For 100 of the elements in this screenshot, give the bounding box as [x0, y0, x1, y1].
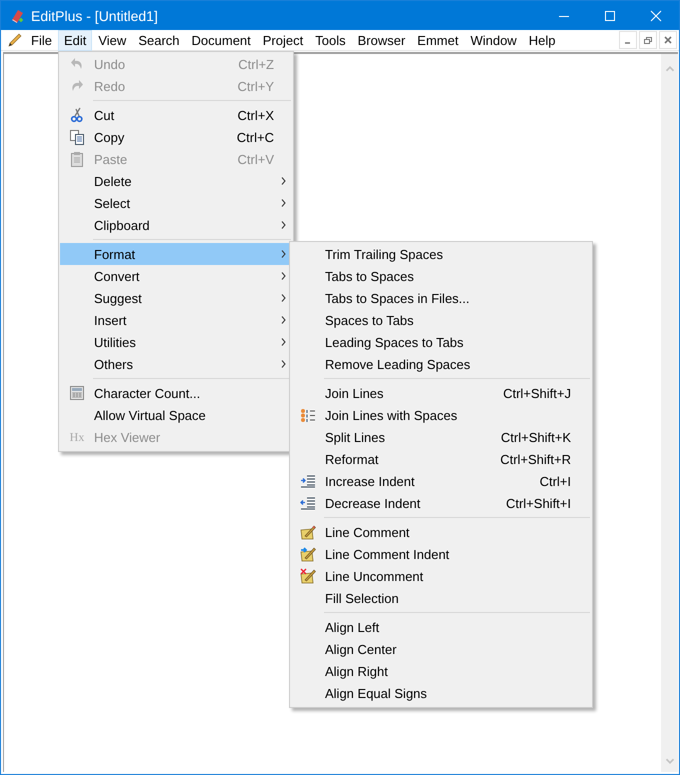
chevron-right-icon [280, 250, 286, 258]
menu-label: Split Lines [325, 430, 386, 444]
chevron-right-icon [280, 360, 286, 368]
menu-item[interactable]: Select [60, 192, 292, 214]
numbered-list-icon [300, 407, 316, 423]
menu-label: Line Comment [325, 524, 411, 540]
menu-label: Tabs to Spaces in Files... [325, 290, 471, 306]
menu-label: Join Lines [325, 386, 385, 400]
menu-label: Join Lines with Spaces [325, 408, 458, 422]
menu-label: Tabs to Spaces [325, 268, 415, 284]
chevron-right-icon [280, 272, 286, 280]
menu-item[interactable]: Edit [58, 30, 92, 50]
menu-label: Redo [94, 78, 126, 94]
chevron-right-icon [280, 294, 286, 302]
menu-item[interactable]: Leading Spaces to Tabs [291, 331, 591, 353]
menu-label: Trim Trailing Spaces [325, 246, 444, 262]
menu-item[interactable]: File [25, 30, 58, 50]
menu-item[interactable]: Decrease Indent Ctrl+Shift+I [291, 492, 591, 514]
menu-label: Clipboard [94, 218, 151, 232]
shortcut-label: Ctrl+Z [238, 56, 275, 72]
menu-item[interactable]: Insert [60, 309, 292, 331]
menu-item[interactable]: Line Uncomment [291, 565, 591, 587]
menu-item[interactable]: Cut Ctrl+X [60, 104, 292, 126]
menu-item[interactable]: Tools [309, 30, 352, 50]
menu-item[interactable]: Align Left [291, 616, 591, 638]
menu-item[interactable]: Suggest [60, 287, 292, 309]
menu-label: Undo [94, 56, 126, 72]
menu-item[interactable]: Character Count... [60, 382, 292, 404]
menu-label: Increase Indent [325, 474, 416, 488]
menu-item[interactable]: Tabs to Spaces [291, 265, 591, 287]
menu-label: Cut [94, 108, 116, 122]
menu-item[interactable]: Utilities [60, 331, 292, 353]
shortcut-label: Ctrl+Shift+R [500, 452, 572, 466]
hex-icon: Hx [70, 430, 84, 444]
menu-item[interactable]: Clipboard [60, 214, 292, 236]
menu-item[interactable]: Remove Leading Spaces [291, 353, 591, 375]
menu-item[interactable]: Split Lines Ctrl+Shift+K [291, 426, 591, 448]
chevron-right-icon [280, 177, 286, 185]
menu-item[interactable]: Trim Trailing Spaces [291, 243, 591, 265]
menu-item[interactable]: Format [60, 243, 292, 265]
shortcut-label: Ctrl+V [238, 152, 275, 166]
menu-item[interactable]: Line Comment Indent [291, 543, 591, 565]
menu-item[interactable]: Document [186, 30, 257, 50]
restore-icon[interactable] [639, 31, 657, 49]
menu-label: Reformat [325, 452, 380, 466]
menu-label: Others [94, 356, 134, 372]
menu-label: Utilities [94, 334, 137, 350]
menu-item[interactable]: Fill Selection [291, 587, 591, 609]
menu-item[interactable]: Delete [60, 170, 292, 192]
menu-label: Convert [94, 268, 141, 284]
menu-item[interactable]: Search [132, 30, 186, 50]
menu-item[interactable]: Spaces to Tabs [291, 309, 591, 331]
menu-item[interactable]: Project [256, 30, 310, 50]
chevron-right-icon [280, 338, 286, 346]
menu-item[interactable]: Copy Ctrl+C [60, 126, 292, 148]
menu-item[interactable]: Tabs to Spaces in Files... [291, 287, 591, 309]
shortcut-label: Ctrl+Shift+K [500, 430, 572, 444]
menu-label: Copy [94, 130, 126, 144]
shortcut-label: Ctrl+X [238, 108, 275, 122]
shortcut-label: Ctrl+Shift+J [503, 386, 572, 400]
menu-item[interactable]: Window [464, 30, 523, 50]
close-icon[interactable] [659, 31, 677, 49]
outdent-icon [300, 495, 316, 511]
indent-icon [300, 473, 316, 489]
chevron-right-icon [280, 221, 286, 229]
menu-label: Align Right [325, 664, 389, 678]
menu-item[interactable]: Join Lines with Spaces [291, 404, 591, 426]
menu-label: Align Equal Signs [325, 686, 428, 700]
menu-label: Character Count... [94, 386, 202, 400]
chevron-right-icon [280, 316, 286, 324]
menu-item[interactable]: Help [522, 30, 562, 50]
menu-item[interactable]: Line Comment [291, 521, 591, 543]
menu-label: Select [94, 196, 132, 210]
menu-label: Paste [94, 152, 128, 166]
menu-item[interactable]: Increase Indent Ctrl+I [291, 470, 591, 492]
shortcut-label: Ctrl+Y [238, 78, 275, 94]
menu-label: Insert [94, 312, 128, 328]
menu-item[interactable]: View [92, 30, 132, 50]
menu-item[interactable]: Emmet [411, 30, 464, 50]
calculator-icon [69, 385, 85, 401]
menu-item[interactable]: Reformat Ctrl+Shift+R [291, 448, 591, 470]
menu-item[interactable]: Allow Virtual Space [60, 404, 292, 426]
clipboard-icon [69, 151, 85, 167]
menu-item[interactable]: Align Center [291, 638, 591, 660]
book-icon [9, 8, 25, 24]
menu-label: Align Center [325, 642, 398, 656]
menu-label: Hex Viewer [94, 430, 162, 444]
menu-item[interactable]: Align Right [291, 660, 591, 682]
shortcut-label: Ctrl+I [540, 474, 572, 488]
shortcut-label: Ctrl+C [236, 130, 275, 144]
menu-label: Decrease Indent [325, 496, 422, 510]
menu-item[interactable]: Align Equal Signs [291, 682, 591, 704]
menu-label: Line Uncomment [325, 568, 424, 584]
menu-item[interactable]: Others [60, 353, 292, 375]
menu-item[interactable]: Convert [60, 265, 292, 287]
menu-label: Delete [94, 174, 133, 188]
menu-label: Fill Selection [325, 590, 400, 606]
menu-item[interactable]: Join Lines Ctrl+Shift+J [291, 382, 591, 404]
menu-label: Leading Spaces to Tabs [325, 334, 465, 350]
menu-item[interactable]: Browser [352, 30, 412, 50]
